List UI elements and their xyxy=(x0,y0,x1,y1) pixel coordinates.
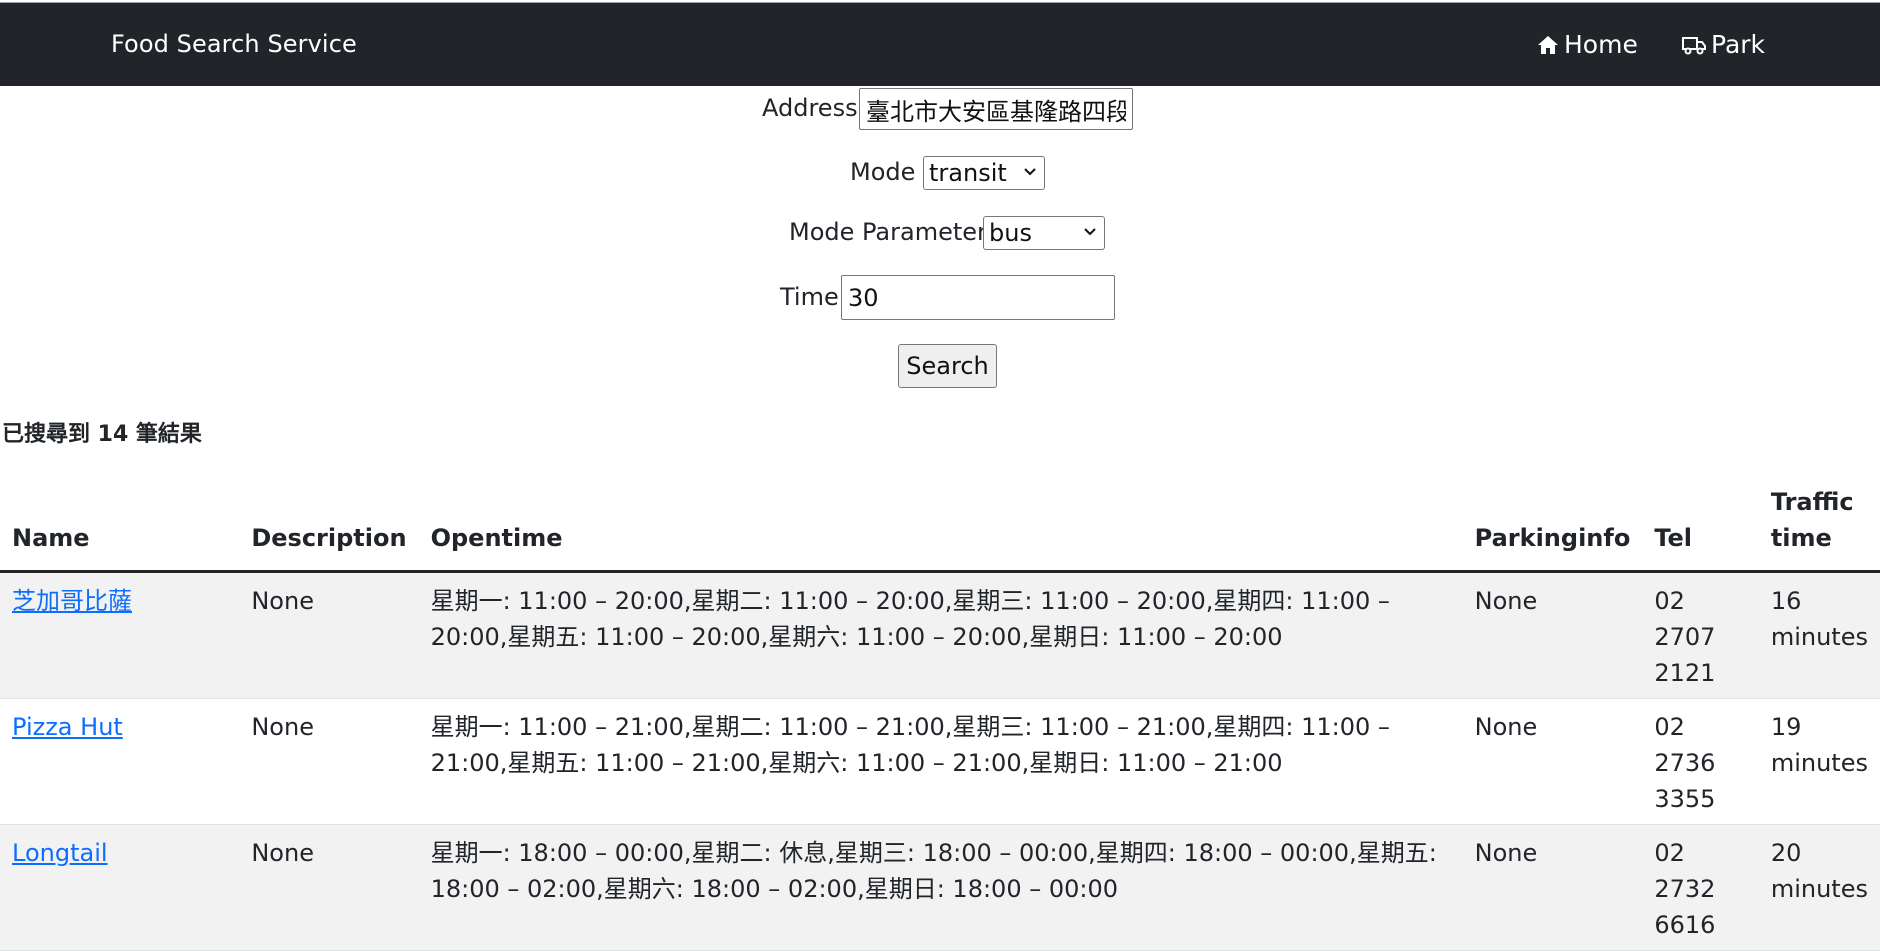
header-opentime: Opentime xyxy=(418,482,1463,573)
cell-parkinginfo: None xyxy=(1462,824,1643,951)
cell-parkinginfo: None xyxy=(1462,571,1643,699)
results-table: Name Description Opentime Parkinginfo Te… xyxy=(0,482,1880,951)
time-input[interactable] xyxy=(841,275,1115,320)
cell-tel: 02 2736 3355 xyxy=(1642,698,1759,825)
cell-name: Pizza Hut xyxy=(0,698,240,825)
nav-home-link[interactable]: Home xyxy=(1536,30,1638,59)
table-header-row: Name Description Opentime Parkinginfo Te… xyxy=(0,482,1880,573)
address-input[interactable] xyxy=(859,88,1133,130)
header-tel: Tel xyxy=(1642,482,1759,573)
header-description: Description xyxy=(239,482,419,573)
address-label: Address xyxy=(762,94,858,122)
brand-link[interactable]: Food Search Service xyxy=(111,30,357,58)
mode-parameter-value: bus xyxy=(989,219,1032,247)
cell-opentime: 星期一: 11:00 – 20:00,星期二: 11:00 – 20:00,星期… xyxy=(418,571,1463,699)
table-row: Pizza Hut None 星期一: 11:00 – 21:00,星期二: 1… xyxy=(0,698,1880,825)
cell-traffic-time: 16 minutes xyxy=(1758,571,1880,699)
top-navbar: Food Search Service Home Park xyxy=(0,2,1880,86)
home-icon xyxy=(1538,35,1558,54)
search-button[interactable]: Search xyxy=(898,344,997,388)
mode-parameter-select[interactable]: bus xyxy=(983,216,1105,250)
header-parkinginfo: Parkinginfo xyxy=(1462,482,1643,573)
header-traffic-time: Traffic time xyxy=(1758,482,1880,573)
cell-tel: 02 2707 2121 xyxy=(1642,571,1759,699)
truck-icon xyxy=(1682,36,1706,54)
cell-description: None xyxy=(239,698,419,825)
cell-tel: 02 2732 6616 xyxy=(1642,824,1759,951)
time-label: Time xyxy=(780,283,839,311)
cell-name: 芝加哥比薩 xyxy=(0,571,240,699)
mode-select-value: transit xyxy=(929,159,1007,187)
table-row: 芝加哥比薩 None 星期一: 11:00 – 20:00,星期二: 11:00… xyxy=(0,571,1880,699)
nav-home-label: Home xyxy=(1564,30,1638,59)
chevron-down-icon xyxy=(1024,168,1036,176)
header-name: Name xyxy=(0,482,240,573)
cell-parkinginfo: None xyxy=(1462,698,1643,825)
mode-parameter-label: Mode Parameter xyxy=(789,218,987,246)
nav-park-link[interactable]: Park xyxy=(1681,30,1765,59)
nav-park-label: Park xyxy=(1711,30,1766,59)
mode-label: Mode xyxy=(850,158,916,186)
cell-traffic-time: 19 minutes xyxy=(1758,698,1880,825)
restaurant-link[interactable]: Pizza Hut xyxy=(12,713,123,741)
cell-traffic-time: 20 minutes xyxy=(1758,824,1880,951)
cell-opentime: 星期一: 18:00 – 00:00,星期二: 休息,星期三: 18:00 – … xyxy=(418,824,1463,951)
cell-description: None xyxy=(239,571,419,699)
table-row: Longtail None 星期一: 18:00 – 00:00,星期二: 休息… xyxy=(0,824,1880,951)
cell-opentime: 星期一: 11:00 – 21:00,星期二: 11:00 – 21:00,星期… xyxy=(418,698,1463,825)
restaurant-link[interactable]: 芝加哥比薩 xyxy=(12,587,132,615)
cell-description: None xyxy=(239,824,419,951)
chevron-down-icon xyxy=(1084,228,1096,236)
result-count: 已搜尋到 14 筆結果 xyxy=(2,422,202,447)
restaurant-link[interactable]: Longtail xyxy=(12,839,108,867)
mode-select[interactable]: transit xyxy=(923,156,1045,190)
cell-name: Longtail xyxy=(0,824,240,951)
